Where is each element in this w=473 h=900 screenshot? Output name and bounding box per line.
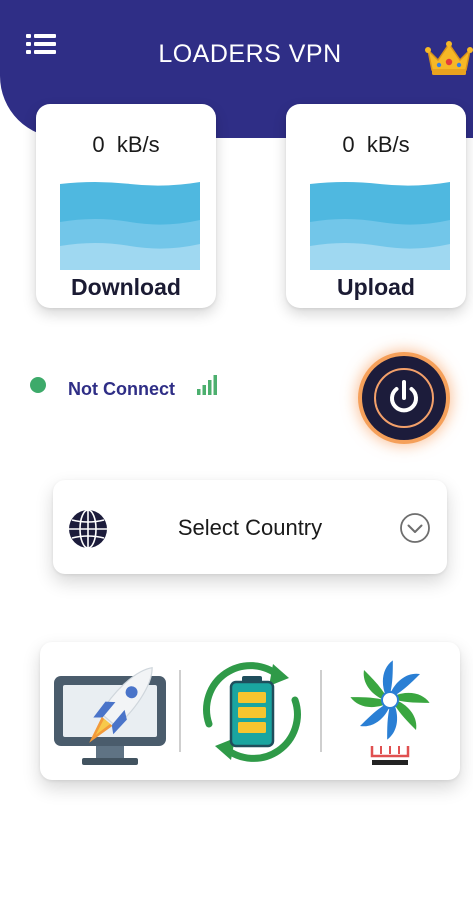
chevron-down-circle-icon[interactable] [399,512,431,544]
status-dot-icon [30,377,46,393]
booster-tool[interactable] [50,654,170,770]
connection-status: Not Connect [68,379,175,399]
signal-bars-icon [196,374,220,396]
upload-speed-value: 0 kB/s [342,132,410,157]
fan-cooler-icon [350,660,430,765]
power-button[interactable] [362,356,446,440]
battery-recycle-icon [203,662,301,762]
country-placeholder: Select Country [177,515,323,540]
download-speed-value: 0 kB/s [92,132,160,157]
country-selector[interactable]: Select Country [53,480,447,574]
menu-icon[interactable] [26,32,58,56]
download-label: Download [71,274,181,300]
rocket-monitor-icon [54,666,166,765]
tool-divider [179,670,181,752]
crown-icon[interactable] [425,38,473,78]
upload-wave-graphic [310,182,450,270]
tools-panel [40,642,460,780]
cpu-cooler-tool[interactable] [350,654,430,770]
upload-label: Upload [337,274,415,300]
battery-saver-tool[interactable] [193,654,311,770]
download-wave-graphic [60,182,200,270]
tool-divider [320,670,322,752]
app-title: LOADERS VPN [158,40,342,68]
power-icon [390,380,418,413]
download-card: 0 kB/s Download [36,104,216,308]
upload-card: 0 kB/s Upload [286,104,466,308]
